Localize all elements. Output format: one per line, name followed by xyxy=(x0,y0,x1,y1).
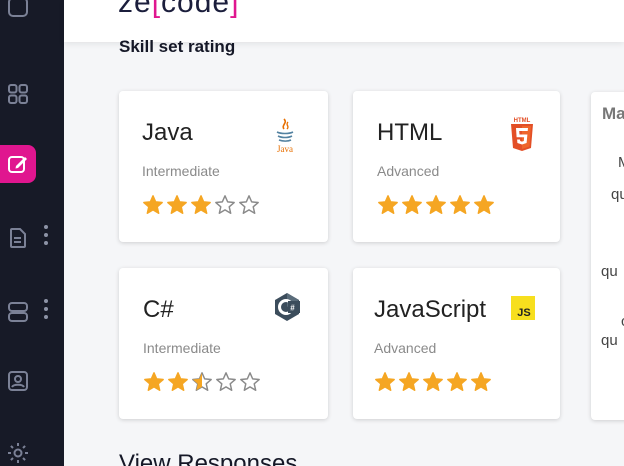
star-filled-icon xyxy=(402,195,422,214)
partial-text: qu xyxy=(601,332,618,349)
javascript-icon: JS xyxy=(511,296,535,320)
svg-text:HTML: HTML xyxy=(514,118,531,124)
java-icon: Java xyxy=(276,118,294,154)
partial-text: qu xyxy=(601,263,618,280)
sidebar xyxy=(0,0,64,466)
svg-text:JS: JS xyxy=(517,307,530,319)
partial-card[interactable]: Ma M qu qu c qu xyxy=(591,92,624,420)
skill-name: JavaScript xyxy=(374,296,487,323)
star-filled-icon xyxy=(450,195,470,214)
top-icon xyxy=(8,0,28,17)
star-filled-icon xyxy=(143,195,163,214)
star-filled-icon xyxy=(167,195,187,214)
star-filled-icon xyxy=(471,372,491,391)
html5-icon: HTML xyxy=(511,118,533,151)
star-filled-icon xyxy=(447,372,467,391)
view-responses-heading: View Responses xyxy=(119,450,298,466)
gear-icon xyxy=(8,443,28,463)
star-filled-icon xyxy=(426,195,446,214)
svg-text:#: # xyxy=(290,304,295,313)
svg-text:Java: Java xyxy=(277,144,293,154)
edit-icon xyxy=(8,156,27,173)
csharp-icon: # xyxy=(275,293,300,321)
skill-name: HTML xyxy=(377,119,443,146)
star-empty-icon xyxy=(240,372,260,391)
servers-more-icon[interactable] xyxy=(44,299,50,319)
sidebar-item-edit[interactable] xyxy=(0,145,36,183)
sidebar-item-dashboard[interactable] xyxy=(0,75,36,113)
skill-card-javascript[interactable]: JavaScript Advanced JS xyxy=(353,268,560,419)
star-rating xyxy=(377,194,495,216)
skill-card-html[interactable]: HTML Advanced HTML xyxy=(353,91,560,242)
skill-name: C# xyxy=(143,296,174,323)
star-half-icon xyxy=(192,372,212,391)
sidebar-item-servers[interactable] xyxy=(0,293,36,331)
sidebar-item-profile[interactable] xyxy=(0,362,36,400)
star-empty-icon xyxy=(216,372,236,391)
skill-card-csharp[interactable]: C# Intermediate # xyxy=(119,268,328,419)
star-filled-icon xyxy=(191,195,211,214)
partial-card-title: Ma xyxy=(602,104,624,123)
star-filled-icon xyxy=(474,195,494,214)
skill-name: Java xyxy=(142,119,193,146)
skill-level: Advanced xyxy=(374,340,437,356)
zecode-logo[interactable]: ze[code] xyxy=(118,0,239,20)
document-icon xyxy=(10,228,26,248)
star-filled-icon xyxy=(423,372,443,391)
star-rating xyxy=(143,371,261,393)
top-header: ze[code] xyxy=(64,0,624,42)
sidebar-item-settings[interactable] xyxy=(0,434,36,466)
star-filled-icon xyxy=(378,195,398,214)
skill-card-java[interactable]: Java Intermediate Java xyxy=(119,91,328,242)
sidebar-item-documents[interactable] xyxy=(0,219,36,257)
star-filled-icon xyxy=(168,372,188,391)
profile-card-icon xyxy=(8,371,28,391)
section-title: Skill set rating xyxy=(119,37,236,56)
skill-level: Intermediate xyxy=(143,340,221,356)
star-empty-icon xyxy=(239,195,259,214)
partial-text: M xyxy=(618,154,624,171)
skill-level: Advanced xyxy=(377,163,440,179)
sidebar-item-top[interactable] xyxy=(0,0,36,26)
skill-level: Intermediate xyxy=(142,163,220,179)
star-filled-icon xyxy=(399,372,419,391)
partial-text: qu xyxy=(611,186,624,203)
star-filled-icon xyxy=(375,372,395,391)
server-icon xyxy=(8,302,28,322)
star-rating xyxy=(374,371,492,393)
star-empty-icon xyxy=(215,195,235,214)
grid-icon xyxy=(8,84,28,104)
documents-more-icon[interactable] xyxy=(44,225,50,245)
star-filled-icon xyxy=(144,372,164,391)
star-rating xyxy=(142,194,260,216)
